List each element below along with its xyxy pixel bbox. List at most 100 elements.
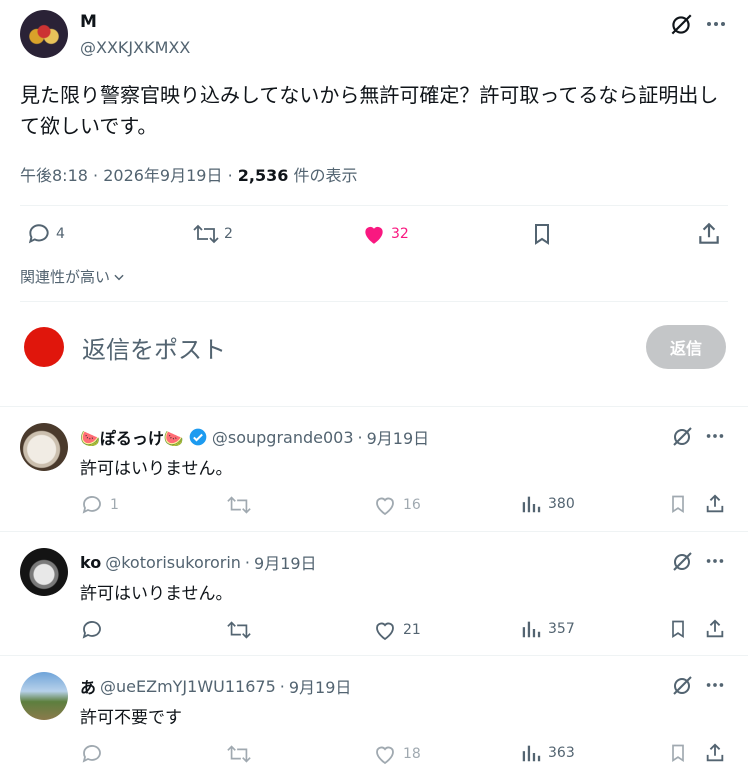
like-count: 21 [403, 622, 421, 638]
repost-arrows-icon [192, 221, 220, 247]
views-button[interactable]: 363 [520, 742, 575, 764]
reply-header: ko @kotorisukororin · 9月19日 [80, 550, 317, 574]
divider [20, 301, 728, 302]
reply-header: 🍉ぽるっけ🍉 @soupgrande003 · 9月19日 [80, 425, 429, 449]
views-button[interactable]: 357 [520, 618, 575, 640]
repost-button[interactable] [226, 618, 258, 642]
more-dots-icon[interactable] [704, 550, 726, 572]
post-time[interactable]: 午後8:18 [20, 166, 88, 185]
repost-count: 2 [224, 226, 233, 242]
repost-arrows-icon [226, 618, 252, 642]
more-dots-icon[interactable] [704, 425, 726, 447]
grok-icon[interactable] [668, 12, 694, 38]
author-avatar[interactable] [20, 10, 68, 58]
post-date[interactable]: 2026年9月19日 [103, 166, 222, 185]
reply-bubble-icon [80, 742, 104, 766]
reply-button[interactable]: 1 [80, 493, 119, 517]
reply-text: 許可はいりません。 [80, 584, 233, 604]
bookmark-icon [668, 618, 688, 640]
views-button[interactable]: 380 [520, 493, 575, 515]
reply-text: 許可不要です [80, 708, 182, 728]
views-count: 357 [548, 621, 575, 637]
bookmark-button[interactable] [530, 221, 554, 247]
share-upload-icon [696, 221, 722, 247]
sort-label: 関連性が高い [20, 268, 111, 286]
share-upload-icon [704, 493, 726, 515]
bookmark-button[interactable] [668, 742, 688, 764]
more-dots-icon[interactable] [704, 12, 728, 36]
reply-date[interactable]: 9月19日 [289, 674, 352, 698]
share-button[interactable] [704, 618, 726, 640]
reply-text: 許可はいりません。 [80, 459, 233, 479]
main-post: M @XXKJXKMXX 見た限り警察官映り込みしてないから無許可確定？許可取っ… [0, 0, 748, 405]
repost-button[interactable]: 2 [192, 221, 233, 247]
reply-bubble-icon [26, 221, 52, 247]
heart-icon [373, 618, 397, 642]
view-label: 件の表示 [293, 166, 358, 185]
reply-submit-button[interactable]: 返信 [646, 325, 726, 369]
repost-arrows-icon [226, 493, 252, 517]
view-count: 2,536 [237, 166, 289, 185]
verified-badge-icon [188, 427, 208, 447]
views-count: 380 [548, 496, 575, 512]
repost-arrows-icon [226, 742, 252, 766]
like-button[interactable]: 21 [373, 618, 421, 642]
share-upload-icon [704, 618, 726, 640]
author-name[interactable]: M [80, 12, 97, 32]
reply-bubble-icon [80, 493, 104, 517]
avatar[interactable] [20, 672, 68, 720]
bookmark-icon [530, 221, 554, 247]
bar-chart-icon [520, 493, 542, 515]
heart-icon [373, 742, 397, 766]
heart-icon [373, 493, 397, 517]
reply-item[interactable]: 🍉ぽるっけ🍉 @soupgrande003 · 9月19日 許可はいりません。 … [0, 406, 748, 531]
chevron-down-icon [112, 270, 126, 284]
bookmark-icon [668, 493, 688, 515]
share-button[interactable] [696, 221, 722, 247]
sort-dropdown[interactable]: 関連性が高い [20, 266, 126, 287]
reply-author-name[interactable]: あ [80, 674, 96, 698]
grok-icon[interactable] [670, 425, 694, 449]
grok-icon[interactable] [670, 550, 694, 574]
share-button[interactable] [704, 742, 726, 764]
heart-icon [361, 221, 387, 247]
bar-chart-icon [520, 742, 542, 764]
reply-item[interactable]: ko @kotorisukororin · 9月19日 許可はいりません。 21… [0, 531, 748, 655]
reply-author-handle[interactable]: @kotorisukororin [105, 553, 241, 572]
reply-header: あ @ueEZmYJ1WU11675 · 9月19日 [80, 674, 351, 698]
reply-input[interactable]: 返信をポスト [82, 330, 226, 365]
repost-button[interactable] [226, 742, 258, 766]
grok-icon[interactable] [670, 674, 694, 698]
bookmark-button[interactable] [668, 493, 688, 515]
reply-author-handle[interactable]: @soupgrande003 [212, 428, 354, 447]
avatar[interactable] [20, 423, 68, 471]
share-button[interactable] [704, 493, 726, 515]
bookmark-button[interactable] [668, 618, 688, 640]
share-upload-icon [704, 742, 726, 764]
more-dots-icon[interactable] [704, 674, 726, 696]
reply-author-handle[interactable]: @ueEZmYJ1WU11675 [100, 677, 276, 696]
like-button[interactable]: 32 [361, 221, 409, 247]
reply-date[interactable]: 9月19日 [367, 425, 430, 449]
reply-bubble-icon [80, 618, 104, 642]
post-text: 見た限り警察官映り込みしてないから無許可確定？許可取ってるなら証明出して欲しいで… [20, 83, 719, 138]
bookmark-icon [668, 742, 688, 764]
author-handle[interactable]: @XXKJXKMXX [80, 38, 190, 57]
reply-item[interactable]: あ @ueEZmYJ1WU11675 · 9月19日 許可不要です 18 363 [0, 655, 748, 782]
repost-button[interactable] [226, 493, 258, 517]
reply-button[interactable] [80, 742, 110, 766]
reply-author-name[interactable]: ko [80, 553, 101, 572]
reply-author-name[interactable]: 🍉ぽるっけ🍉 [80, 425, 184, 449]
views-count: 363 [548, 745, 575, 761]
bar-chart-icon [520, 618, 542, 640]
reply-date[interactable]: 9月19日 [254, 550, 317, 574]
like-count: 16 [403, 497, 421, 513]
reply-button[interactable]: 4 [26, 221, 65, 247]
avatar[interactable] [20, 548, 68, 596]
reply-button[interactable] [80, 618, 110, 642]
my-avatar [24, 327, 64, 367]
like-count: 32 [391, 226, 409, 242]
like-button[interactable]: 16 [373, 493, 421, 517]
divider [20, 205, 728, 206]
like-button[interactable]: 18 [373, 742, 421, 766]
